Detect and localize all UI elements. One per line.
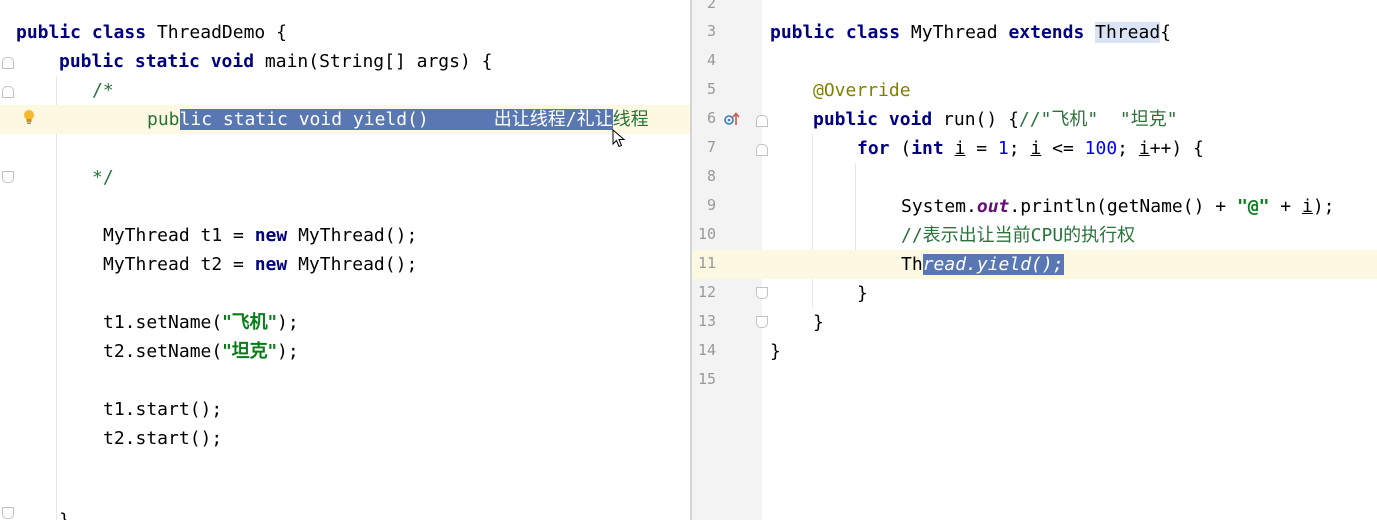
line-number: 15 bbox=[697, 370, 716, 388]
code-text: } bbox=[813, 312, 824, 333]
code-text: for (int i = 1; i <= 100; i++) { bbox=[857, 138, 1204, 159]
code-line[interactable]: public static void main(String[] args) { bbox=[0, 47, 690, 76]
code-text: public class ThreadDemo { bbox=[16, 22, 287, 43]
code-line[interactable]: t2.setName("坦克"); bbox=[0, 337, 690, 366]
line-number: 6 bbox=[706, 109, 716, 127]
code-text: public static void main(String[] args) { bbox=[59, 51, 493, 72]
line-number: 5 bbox=[706, 80, 716, 98]
line-number: 10 bbox=[697, 225, 716, 243]
line-number: 8 bbox=[706, 167, 716, 185]
code-text: MyThread t2 = new MyThread(); bbox=[103, 254, 418, 275]
code-line[interactable]: 7 for (int i = 1; i <= 100; i++) { bbox=[692, 134, 1377, 163]
code-text: public static void yield() 出让线程/礼让线程 bbox=[147, 109, 649, 130]
code-line[interactable]: MyThread t2 = new MyThread(); bbox=[0, 250, 690, 279]
text-selection[interactable]: read.yield(); bbox=[922, 254, 1064, 275]
line-number: 13 bbox=[697, 312, 716, 330]
code-line[interactable]: 6 public void run() {//"飞机" "坦克" bbox=[692, 105, 1377, 134]
code-line[interactable]: 15 bbox=[692, 366, 1377, 395]
code-text: @Override bbox=[813, 80, 911, 101]
code-line[interactable]: t1.start(); bbox=[0, 395, 690, 424]
code-line[interactable]: 12 } bbox=[692, 279, 1377, 308]
code-line[interactable]: 14 } bbox=[692, 337, 1377, 366]
code-line-current[interactable]: public static void yield() 出让线程/礼让线程 bbox=[0, 105, 690, 148]
right-editor-pane[interactable]: 2 3 public class MyThread extends Thread… bbox=[692, 0, 1377, 520]
fold-marker-icon[interactable] bbox=[2, 171, 14, 183]
line-number: 3 bbox=[706, 22, 716, 40]
line-number: 9 bbox=[706, 196, 716, 214]
code-line[interactable]: 5 @Override bbox=[692, 76, 1377, 105]
code-text: } bbox=[857, 283, 868, 304]
code-line[interactable] bbox=[0, 134, 690, 163]
fold-marker-icon[interactable] bbox=[756, 144, 768, 156]
code-text: } bbox=[59, 508, 70, 520]
code-text: public class MyThread extends Thread{ bbox=[770, 22, 1172, 43]
code-line[interactable]: MyThread t1 = new MyThread(); bbox=[0, 221, 690, 250]
line-number: 14 bbox=[697, 341, 716, 359]
code-text: System.out.println(getName() + "@" + i); bbox=[901, 196, 1335, 217]
fold-marker-icon[interactable] bbox=[2, 86, 14, 98]
line-number: 12 bbox=[697, 283, 716, 301]
code-text: t2.setName("坦克"); bbox=[103, 341, 299, 362]
left-editor-pane[interactable]: public class ThreadDemo { public static … bbox=[0, 0, 690, 520]
code-text: } bbox=[770, 341, 781, 362]
code-line[interactable]: 10 //表示出让当前CPU的执行权 bbox=[692, 221, 1377, 250]
text-selection[interactable]: lic static void yield() 出让线程/礼让 bbox=[179, 109, 613, 130]
code-line[interactable]: public class ThreadDemo { bbox=[0, 18, 690, 47]
fold-marker-icon[interactable] bbox=[2, 507, 14, 519]
code-line[interactable]: 9 System.out.println(getName() + "@" + i… bbox=[692, 192, 1377, 221]
code-line[interactable]: 8 bbox=[692, 163, 1377, 192]
code-line[interactable]: 3 public class MyThread extends Thread{ bbox=[692, 18, 1377, 47]
override-method-icon[interactable] bbox=[724, 111, 740, 127]
code-line[interactable]: 13 } bbox=[692, 308, 1377, 337]
code-text: */ bbox=[92, 167, 114, 188]
code-text: t1.start(); bbox=[103, 399, 223, 420]
intention-bulb-icon[interactable] bbox=[22, 109, 36, 125]
code-text: //表示出让当前CPU的执行权 bbox=[901, 225, 1136, 246]
fold-marker-icon[interactable] bbox=[756, 287, 768, 299]
fold-marker-icon[interactable] bbox=[756, 316, 768, 328]
line-number: 7 bbox=[706, 138, 716, 156]
code-text: Thread.yield(); bbox=[901, 254, 1064, 275]
code-text: /* bbox=[92, 80, 114, 101]
line-number: 2 bbox=[706, 0, 716, 12]
code-text: t2.start(); bbox=[103, 428, 223, 449]
code-line[interactable]: /* bbox=[0, 76, 690, 105]
code-text: t1.setName("飞机"); bbox=[103, 312, 299, 333]
code-line[interactable]: } bbox=[0, 507, 690, 520]
code-line[interactable]: 2 bbox=[692, 0, 1377, 19]
code-line-current[interactable]: 11 Thread.yield(); bbox=[692, 250, 1377, 279]
code-line[interactable]: 4 bbox=[692, 47, 1377, 76]
code-text: MyThread t1 = new MyThread(); bbox=[103, 225, 418, 246]
fold-marker-icon[interactable] bbox=[2, 57, 14, 69]
line-number: 11 bbox=[697, 254, 716, 272]
code-text: public void run() {//"飞机" "坦克" bbox=[813, 109, 1178, 130]
code-line[interactable]: t1.setName("飞机"); bbox=[0, 308, 690, 337]
fold-marker-icon[interactable] bbox=[756, 115, 768, 127]
line-number: 4 bbox=[706, 51, 716, 69]
code-line[interactable]: t2.start(); bbox=[0, 424, 690, 453]
code-line[interactable]: */ bbox=[0, 163, 690, 192]
